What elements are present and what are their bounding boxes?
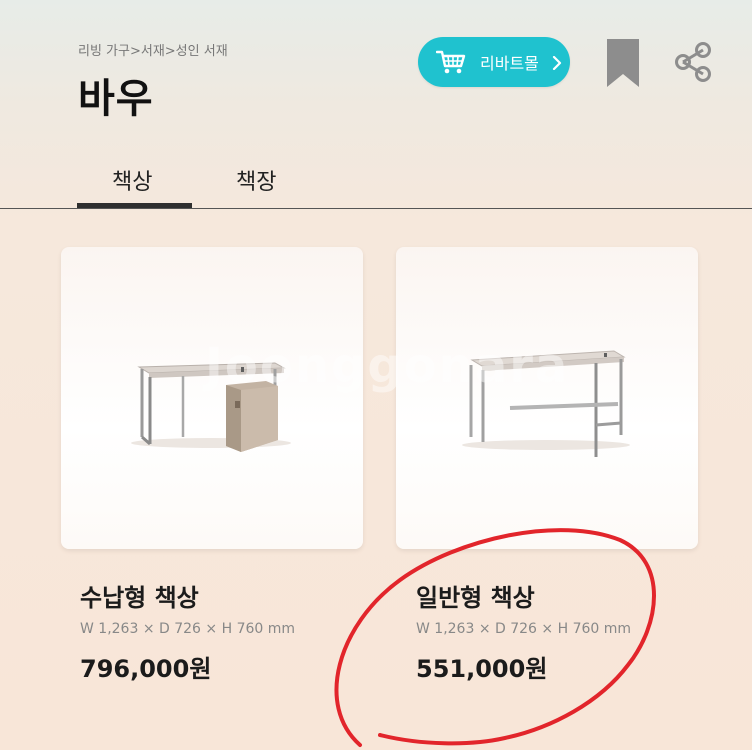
product-card-storage-desk[interactable] [61, 247, 363, 549]
bookmark-icon[interactable] [606, 38, 640, 88]
share-icon[interactable] [672, 41, 714, 83]
product-card-standard-desk[interactable] [396, 247, 698, 549]
tab-bookshelf[interactable]: 책장 [236, 164, 276, 196]
product-dimensions: W 1,263 × D 726 × H 760 mm [416, 621, 632, 637]
mall-button-label: 리바트몰 [480, 54, 539, 73]
product-price: 796,000원 [80, 655, 212, 683]
chevron-right-icon [551, 55, 563, 71]
storage-desk-image [131, 362, 291, 452]
livart-mall-button[interactable]: 리바트몰 [418, 37, 570, 87]
page-header: 리빙 가구>서재>성인 서재 바우 리바트몰 책상 책장 [0, 0, 752, 210]
standard-desk-image [462, 350, 630, 457]
page-title: 바우 [78, 76, 154, 122]
product-dimensions: W 1,263 × D 726 × H 760 mm [80, 621, 296, 637]
tab-desk[interactable]: 책상 [112, 164, 152, 196]
product-price: 551,000원 [416, 655, 548, 683]
product-name[interactable]: 수납형 책상 [80, 578, 199, 613]
cart-icon [435, 49, 466, 75]
product-name[interactable]: 일반형 책상 [416, 578, 535, 613]
breadcrumb[interactable]: 리빙 가구>서재>성인 서재 [78, 40, 228, 59]
header-divider [0, 208, 752, 209]
